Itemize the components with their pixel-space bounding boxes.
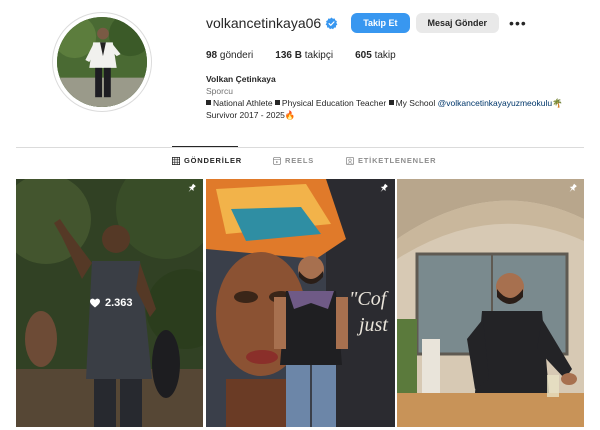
posts-stat: 98 gönderi [206, 50, 253, 61]
bio-line-2: Survivor 2017 - 2025🔥 [206, 109, 563, 121]
heart-icon [90, 298, 100, 308]
reels-icon [273, 156, 281, 165]
bio-line-1: National Athlete Physical Education Teac… [206, 97, 563, 109]
username: volkancetinkaya06 [206, 15, 322, 31]
mural-text-2: just [356, 314, 388, 336]
avatar-photo [57, 17, 147, 107]
bio-national-athlete: National Athlete [213, 98, 273, 108]
pin-icon [188, 183, 196, 193]
profile-tabs: GÖNDERİLER REELS ETİKETLENENLER [0, 156, 600, 168]
bio-survivor: Survivor 2017 - 2025 [206, 110, 285, 120]
square-bullet-icon [388, 100, 394, 105]
post-1-like-count: 2.363 [105, 297, 133, 309]
pin-icon [569, 183, 577, 193]
post-2-image: "Cof just [206, 179, 395, 427]
tab-tagged[interactable]: ETİKETLENENLER [346, 156, 436, 165]
profile-bio: Volkan Çetinkaya Sporcu National Athlete… [206, 73, 563, 121]
post-tile-2[interactable]: "Cof just [206, 179, 395, 427]
school-mention-link[interactable]: @volkancetinkayayuzmeokulu [438, 98, 552, 108]
tab-posts-label: GÖNDERİLER [184, 156, 243, 165]
message-button[interactable]: Mesaj Gönder [415, 13, 500, 33]
posts-label: gönderi [219, 50, 254, 61]
following-stat[interactable]: 605 takip [355, 50, 396, 61]
tab-reels-label: REELS [285, 156, 315, 165]
pin-icon [380, 183, 388, 193]
post-tile-1[interactable]: 2.363 [16, 179, 203, 427]
square-bullet-icon [274, 100, 280, 105]
square-bullet-icon [206, 100, 211, 105]
profile-avatar[interactable] [52, 12, 152, 112]
post-3-image [397, 179, 584, 427]
followers-count: 136 B [275, 50, 302, 61]
grid-icon [172, 156, 180, 165]
post-1-likes: 2.363 [89, 297, 133, 309]
following-count: 605 [355, 50, 372, 61]
more-options-button[interactable]: ••• [509, 16, 527, 30]
tagged-icon [346, 156, 354, 165]
profile-header-row: volkancetinkaya06 Takip Et Mesaj Gönder … [206, 12, 527, 34]
tab-reels[interactable]: REELS [273, 156, 314, 165]
followers-label: takipçi [304, 50, 334, 61]
fire-emoji: 🔥 [284, 110, 296, 120]
verified-badge-icon [325, 17, 338, 29]
profile-stats: 98 gönderi 136 B takipçi 605 takip [206, 50, 418, 61]
tab-posts[interactable]: GÖNDERİLER [172, 156, 242, 165]
bio-pe-teacher: Physical Education Teacher [281, 98, 387, 108]
tab-tagged-label: ETİKETLENENLER [358, 156, 437, 165]
category-label: Sporcu [206, 86, 233, 96]
posts-count: 98 [206, 50, 218, 61]
bio-my-school: My School [395, 98, 436, 108]
following-label: takip [374, 50, 396, 61]
full-name: Volkan Çetinkaya [206, 74, 276, 84]
follow-button[interactable]: Takip Et [351, 13, 410, 33]
tabs-divider [16, 147, 584, 148]
followers-stat[interactable]: 136 B takipçi [275, 50, 333, 61]
post-tile-3[interactable] [397, 179, 584, 427]
palm-tree-emoji: 🌴 [552, 98, 563, 108]
active-tab-indicator [172, 146, 238, 147]
mural-text-1: "Cof [349, 288, 389, 310]
